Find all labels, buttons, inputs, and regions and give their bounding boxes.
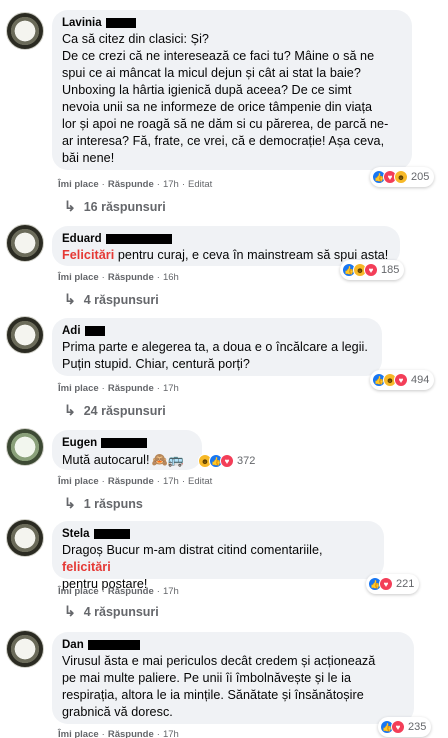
reply-arrow-icon: ↳: [64, 603, 76, 619]
comment-text: Prima parte e alegerea ta, a doua e o în…: [62, 340, 368, 371]
author-name[interactable]: Adi: [62, 325, 81, 337]
reaction-count: 185: [381, 264, 400, 276]
reply-button[interactable]: Răspunde: [108, 729, 154, 738]
avatar[interactable]: [6, 630, 44, 668]
comment-actions: Îmi place · Răspunde · 17h: [58, 585, 179, 597]
author-name[interactable]: Dan: [62, 639, 84, 651]
avatar[interactable]: [6, 316, 44, 354]
reply-button[interactable]: Răspunde: [108, 383, 154, 394]
reaction-count: 494: [411, 374, 430, 386]
author-name[interactable]: Stela: [62, 528, 90, 540]
comment-bubble: Stela Dragoș Bucur m-am distrat citind c…: [52, 521, 384, 591]
like-button[interactable]: Îmi place: [58, 586, 99, 597]
reply-arrow-icon: ↳: [64, 198, 76, 214]
haha-icon: ☻: [394, 170, 408, 184]
view-replies-button[interactable]: ↳ 4 răspunsuri: [64, 291, 159, 308]
monkey-bus-emoji: 🙈🚌: [151, 452, 185, 467]
avatar[interactable]: [6, 428, 44, 466]
comment-bubble: Lavinia Ca să citez din clasici: Și? De …: [52, 10, 412, 170]
comment-actions: Îmi place · Răspunde · 17h · Editat: [58, 178, 213, 190]
comment-actions: Îmi place · Răspunde · 17h: [58, 728, 179, 738]
love-icon: ♥: [391, 720, 405, 734]
reply-arrow-icon: ↳: [64, 402, 76, 418]
reply-button[interactable]: Răspunde: [108, 476, 154, 487]
redaction-bar: [87, 640, 140, 650]
author-name[interactable]: Lavinia: [62, 17, 102, 29]
comment-bubble: Adi Prima parte e alegerea ta, a doua e …: [52, 318, 382, 376]
timestamp[interactable]: 17h: [163, 729, 179, 738]
like-button[interactable]: Îmi place: [58, 476, 99, 487]
comment-bubble: Eugen Mută autocarul! 🙈🚌: [52, 430, 202, 470]
redaction-bar: [93, 529, 130, 539]
view-replies-button[interactable]: ↳ 16 răspunsuri: [64, 198, 166, 215]
timestamp[interactable]: 17h: [163, 476, 179, 487]
comment-text: Ca să citez din clasici: Și? De ce crezi…: [62, 32, 389, 165]
like-button[interactable]: Îmi place: [58, 383, 99, 394]
comment-actions: Îmi place · Răspunde · 16h: [58, 271, 179, 283]
reactions-summary[interactable]: 👍 ♥ ☻ 205: [370, 167, 435, 187]
redaction-bar: [105, 18, 136, 28]
like-button[interactable]: Îmi place: [58, 729, 99, 738]
reply-arrow-icon: ↳: [64, 495, 76, 511]
edited-label: Editat: [187, 178, 213, 190]
love-icon: ♥: [364, 263, 378, 277]
avatar[interactable]: [6, 519, 44, 557]
reaction-count: 205: [411, 171, 430, 183]
comment-actions: Îmi place · Răspunde · 17h: [58, 382, 179, 394]
love-icon: ♥: [220, 454, 234, 468]
reactions-summary[interactable]: 👍 ♥ 235: [378, 717, 432, 737]
reply-arrow-icon: ↳: [64, 291, 76, 307]
reaction-count: 372: [237, 455, 256, 467]
comment-text: Mută autocarul! 🙈🚌: [62, 452, 185, 467]
reactions-summary[interactable]: ☻ 👍 ♥ 372: [198, 451, 255, 471]
timestamp[interactable]: 17h: [163, 179, 179, 190]
avatar[interactable]: [6, 224, 44, 262]
redaction-bar: [105, 234, 172, 244]
reactions-summary[interactable]: 👍 ♥ 221: [366, 574, 420, 594]
reply-button[interactable]: Răspunde: [108, 272, 154, 283]
view-replies-button[interactable]: ↳ 24 răspunsuri: [64, 402, 166, 419]
like-button[interactable]: Îmi place: [58, 179, 99, 190]
reaction-count: 235: [408, 721, 427, 733]
view-replies-button[interactable]: ↳ 1 răspuns: [64, 495, 143, 512]
edited-label: Editat: [187, 475, 213, 487]
comment-text: Virusul ăsta e mai periculos decât crede…: [62, 654, 376, 719]
reply-button[interactable]: Răspunde: [108, 586, 154, 597]
comment-text: Felicitări pentru curaj, e ceva în mains…: [62, 248, 389, 262]
highlight-word: felicitări: [62, 560, 111, 574]
love-icon: ♥: [394, 373, 408, 387]
reactions-summary[interactable]: 👍 ☻ ♥ 494: [370, 370, 435, 390]
timestamp[interactable]: 17h: [163, 383, 179, 394]
redaction-bar: [84, 326, 105, 336]
comment-bubble: Dan Virusul ăsta e mai periculos decât c…: [52, 632, 414, 724]
avatar[interactable]: [6, 12, 44, 50]
timestamp[interactable]: 17h: [163, 586, 179, 597]
redaction-bar: [101, 438, 148, 448]
timestamp[interactable]: 16h: [163, 272, 179, 283]
like-button[interactable]: Îmi place: [58, 272, 99, 283]
reaction-count: 221: [396, 578, 415, 590]
comment-actions: Îmi place · Răspunde · 17h · Editat: [58, 475, 213, 487]
love-icon: ♥: [379, 577, 393, 591]
author-name[interactable]: Eduard: [62, 233, 102, 245]
highlight-word: Felicitări: [62, 248, 115, 262]
reply-button[interactable]: Răspunde: [108, 179, 154, 190]
view-replies-button[interactable]: ↳ 4 răspunsuri: [64, 603, 159, 620]
author-name[interactable]: Eugen: [62, 437, 97, 449]
reactions-summary[interactable]: 👍 ☻ ♥ 185: [340, 260, 405, 280]
